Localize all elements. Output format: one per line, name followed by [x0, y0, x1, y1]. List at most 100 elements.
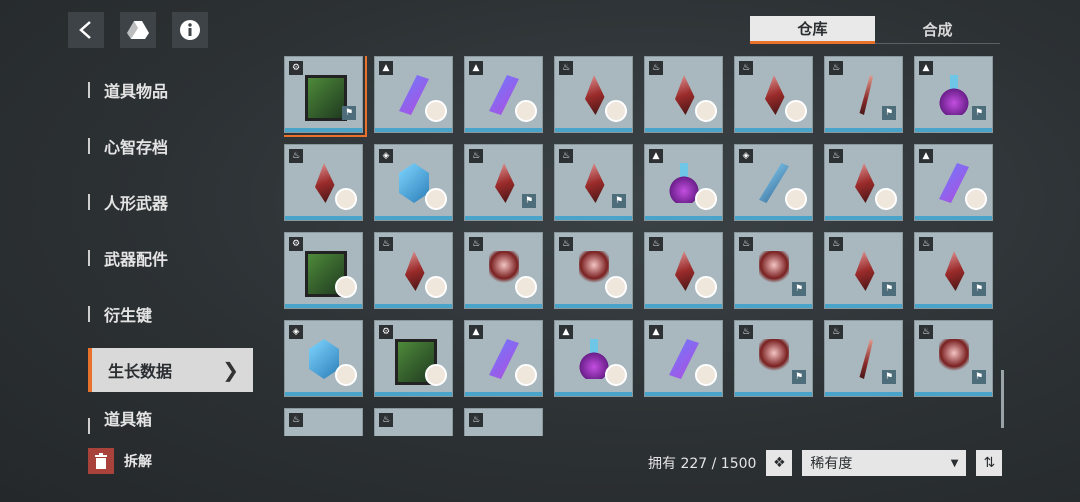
- avatar: [515, 276, 537, 298]
- info-button[interactable]: [172, 12, 208, 48]
- sidebar-item-weapon-parts[interactable]: 武器配件: [88, 230, 253, 286]
- flag-icon: ⚑: [792, 282, 806, 296]
- flag-icon: ⚑: [342, 106, 356, 120]
- avatar: [515, 100, 537, 122]
- inventory-footer: 拥有 227 / 1500 ❖ 稀有度 ▼ ⇅: [648, 450, 1003, 476]
- avatar: [785, 188, 807, 210]
- tab-synthesis[interactable]: 合成: [875, 16, 1000, 44]
- sort-order-button[interactable]: ⇅: [976, 450, 1003, 476]
- back-icon: [79, 21, 91, 39]
- flag-icon: ⚑: [612, 194, 626, 208]
- category-sidebar: 道具物品 心智存档 人形武器 武器配件 衍生键 生长数据 ❯ 道具箱: [88, 62, 253, 434]
- inventory-item[interactable]: ♨ ⚑: [914, 232, 993, 309]
- inventory-item[interactable]: ♨: [284, 144, 363, 221]
- inventory-item[interactable]: ▲: [464, 56, 543, 133]
- flag-icon: ⚑: [882, 106, 896, 120]
- avatar: [605, 364, 627, 386]
- inventory-item[interactable]: ▲: [914, 144, 993, 221]
- flame-type-icon: ♨: [649, 61, 663, 75]
- inventory-item[interactable]: ♨ ⚑: [554, 144, 633, 221]
- sort-select-value: 稀有度: [810, 456, 853, 472]
- inventory-item[interactable]: ♨: [644, 56, 723, 133]
- inventory-item[interactable]: ♨: [464, 408, 543, 436]
- inventory-item[interactable]: ♨ ⚑: [824, 320, 903, 397]
- inventory-count: 拥有 227 / 1500: [648, 456, 757, 472]
- item-marker: [88, 250, 90, 266]
- avatar: [335, 188, 357, 210]
- flame-type-icon: ♨: [469, 149, 483, 163]
- rarity-stripe: [465, 392, 542, 396]
- sidebar-item-item-box[interactable]: 道具箱: [88, 398, 253, 434]
- sidebar-item-label: 心智存档: [104, 138, 169, 157]
- breakdown-label: 拆解: [124, 454, 152, 470]
- rarity-stripe: [825, 216, 902, 220]
- inventory-item[interactable]: ◈: [284, 320, 363, 397]
- scrollbar[interactable]: [1001, 370, 1004, 428]
- inventory-item[interactable]: ♨ ⚑: [914, 320, 993, 397]
- inventory-item[interactable]: ♨: [554, 56, 633, 133]
- inventory-item[interactable]: ▲: [554, 320, 633, 397]
- inventory-item[interactable]: ♨ ⚑: [824, 56, 903, 133]
- sort-select[interactable]: 稀有度 ▼: [802, 450, 967, 476]
- triangle-type-icon: ▲: [649, 149, 663, 163]
- inventory-item[interactable]: ▲ ⚑: [914, 56, 993, 133]
- flame-type-icon: ♨: [649, 237, 663, 251]
- inventory-item[interactable]: ▲: [464, 320, 543, 397]
- rarity-stripe: [285, 128, 362, 132]
- inventory-item[interactable]: ♨: [554, 232, 633, 309]
- back-button[interactable]: [68, 12, 104, 48]
- inventory-item[interactable]: ♨: [734, 56, 813, 133]
- rarity-stripe: [735, 392, 812, 396]
- tab-warehouse[interactable]: 仓库: [750, 16, 875, 44]
- inventory-item[interactable]: ▲: [644, 320, 723, 397]
- flag-icon: ⚑: [792, 370, 806, 384]
- flame-type-icon: ♨: [739, 61, 753, 75]
- avatar: [875, 188, 897, 210]
- rarity-stripe: [915, 392, 992, 396]
- sidebar-item-mind-archive[interactable]: 心智存档: [88, 118, 253, 174]
- sidebar-item-doll-weapons[interactable]: 人形武器: [88, 174, 253, 230]
- sidebar-item-derivative-keys[interactable]: 衍生键: [88, 286, 253, 342]
- triangle-type-icon: ▲: [469, 325, 483, 339]
- shield-type-icon: ◈: [289, 325, 303, 339]
- inventory-item[interactable]: ♨: [374, 408, 453, 436]
- drive-button[interactable]: [120, 12, 156, 48]
- inventory-item[interactable]: ◈: [374, 144, 453, 221]
- flame-type-icon: ♨: [469, 413, 483, 427]
- inventory-item[interactable]: ♨: [644, 232, 723, 309]
- rarity-stripe: [285, 392, 362, 396]
- inventory-item[interactable]: ⚙ ⚑: [284, 56, 367, 137]
- inventory-item[interactable]: ♨: [284, 408, 363, 436]
- inventory-item[interactable]: ⚙: [374, 320, 453, 397]
- inventory-item[interactable]: ♨: [374, 232, 453, 309]
- flame-type-icon: ♨: [379, 237, 393, 251]
- inventory-item[interactable]: ♨ ⚑: [734, 320, 813, 397]
- sidebar-item-growth-data[interactable]: 生长数据 ❯: [88, 348, 253, 392]
- rarity-stripe: [915, 216, 992, 220]
- triangle-type-icon: ▲: [649, 325, 663, 339]
- sidebar-item-items[interactable]: 道具物品: [88, 62, 253, 118]
- inventory-item[interactable]: ◈: [734, 144, 813, 221]
- inventory-item[interactable]: ♨ ⚑: [464, 144, 543, 221]
- avatar: [605, 276, 627, 298]
- thorn-icon: [859, 339, 873, 379]
- filter-button[interactable]: ❖: [766, 450, 793, 476]
- breakdown-button[interactable]: 拆解: [88, 448, 152, 474]
- claw-icon: [939, 339, 969, 379]
- inventory-item[interactable]: ▲: [644, 144, 723, 221]
- avatar: [425, 276, 447, 298]
- rarity-stripe: [735, 304, 812, 308]
- rarity-stripe: [555, 304, 632, 308]
- inventory-item[interactable]: ♨ ⚑: [734, 232, 813, 309]
- sidebar-item-label: 生长数据: [108, 362, 173, 381]
- avatar: [425, 100, 447, 122]
- inventory-item[interactable]: ▲: [374, 56, 453, 133]
- flame-type-icon: ♨: [289, 413, 303, 427]
- inventory-item[interactable]: ♨: [464, 232, 543, 309]
- inventory-item[interactable]: ♨: [824, 144, 903, 221]
- rarity-stripe: [825, 304, 902, 308]
- avatar: [785, 100, 807, 122]
- inventory-item[interactable]: ♨ ⚑: [824, 232, 903, 309]
- inventory-item[interactable]: ⚙: [284, 232, 363, 309]
- item-marker: [88, 138, 90, 154]
